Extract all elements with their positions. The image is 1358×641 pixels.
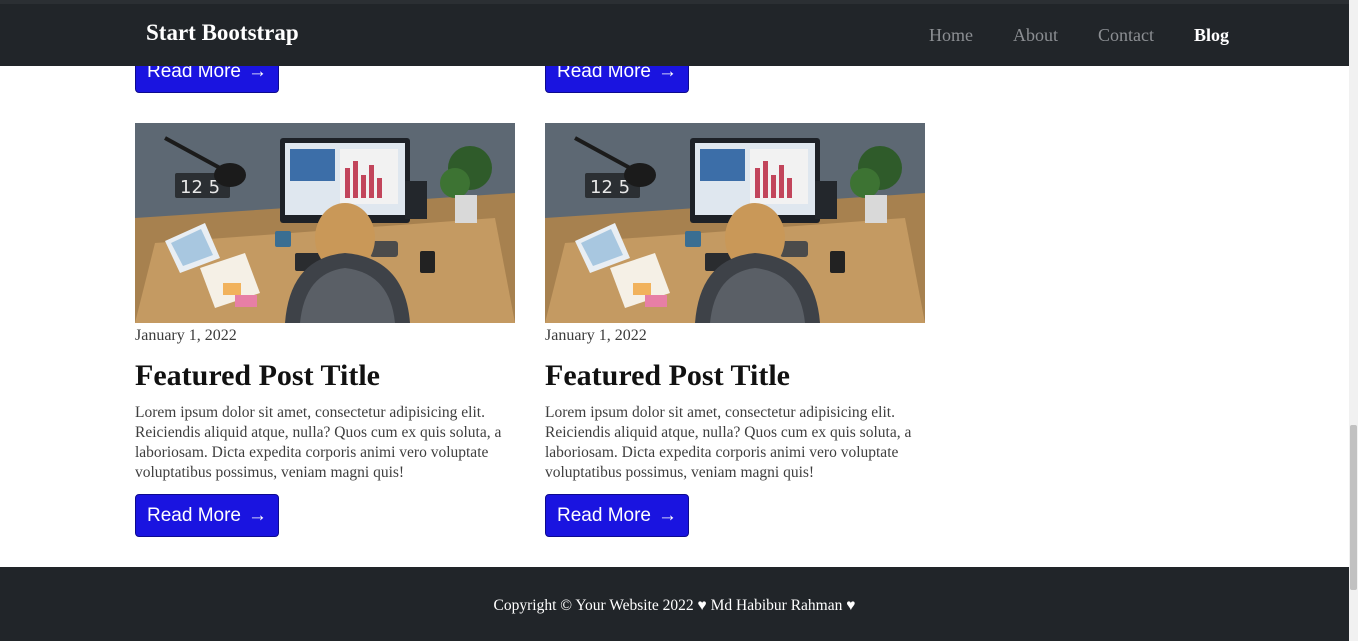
nav-link-contact[interactable]: Contact	[1098, 25, 1154, 46]
post-excerpt: Lorem ipsum dolor sit amet, consectetur …	[545, 404, 912, 481]
nav-link-about[interactable]: About	[1013, 25, 1058, 46]
copyright-text: Copyright © Your Website 2022 ♥ Md Habib…	[493, 597, 856, 614]
navbar: Start Bootstrap Home About Contact Blog	[0, 0, 1349, 66]
page: Start Bootstrap Home About Contact Blog …	[0, 0, 1358, 641]
arrow-right-icon: →	[658, 504, 677, 526]
desk-workspace-illustration: 12 5	[135, 123, 515, 323]
footer: Copyright © Your Website 2022 ♥ Md Habib…	[0, 567, 1349, 641]
read-more-button[interactable]: Read More →	[135, 494, 279, 537]
post-image[interactable]: 12 5	[135, 123, 515, 323]
arrow-right-icon: →	[248, 504, 267, 526]
nav-links: Home About Contact Blog	[889, 25, 1229, 46]
post-image[interactable]: 12 5	[545, 123, 925, 323]
read-more-button[interactable]: Read More →	[545, 494, 689, 537]
read-more-label: Read More	[147, 504, 241, 526]
read-more-label: Read More	[557, 504, 651, 526]
post-title[interactable]: Featured Post Title	[545, 359, 925, 393]
desk-workspace-illustration: 12 5	[545, 123, 925, 323]
nav-link-blog[interactable]: Blog	[1194, 25, 1229, 46]
brand-logo-link[interactable]: Start Bootstrap	[146, 20, 299, 46]
svg-text:12 5: 12 5	[180, 177, 220, 198]
nav-link-home[interactable]: Home	[929, 25, 973, 46]
post-card: 12 5 January 1, 2022 Featured Post Title…	[545, 123, 925, 483]
vertical-scrollbar[interactable]	[1349, 0, 1358, 641]
post-date: January 1, 2022	[135, 327, 237, 344]
scrollbar-thumb[interactable]	[1350, 425, 1357, 590]
post-date: January 1, 2022	[545, 327, 647, 344]
post-card: 12 5 January 1, 2022 Featured Post Title…	[135, 123, 515, 483]
post-excerpt: Lorem ipsum dolor sit amet, consectetur …	[135, 404, 502, 481]
svg-text:12 5: 12 5	[590, 177, 630, 198]
post-title[interactable]: Featured Post Title	[135, 359, 515, 393]
